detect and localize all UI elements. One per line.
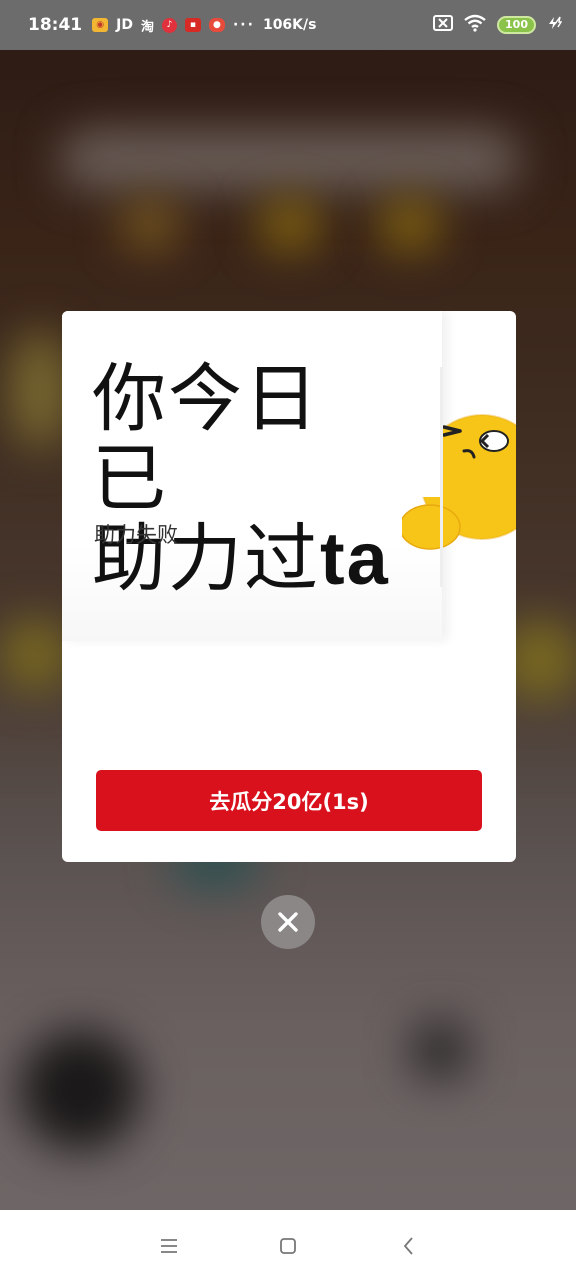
navigation-bar <box>0 1210 576 1280</box>
dialog-subtitle: 助力失败 <box>94 523 178 547</box>
jd-icon: JD <box>116 17 133 33</box>
dialog-title: 你今日已 助力过ta <box>92 359 392 599</box>
menu-button[interactable] <box>157 1234 181 1258</box>
battery-indicator: 100 <box>497 16 536 34</box>
back-icon <box>403 1237 413 1255</box>
network-speed: 106K/s <box>262 17 317 33</box>
mascot-icon <box>399 367 516 587</box>
news-icon: ▪ <box>184 18 201 32</box>
home-icon <box>280 1238 296 1254</box>
back-button[interactable] <box>397 1234 421 1258</box>
menu-icon <box>161 1239 177 1253</box>
taobao-icon: 淘 <box>140 19 154 35</box>
assist-result-dialog: 你今日已 助力过ta 助力失败 去瓜分20亿(1s) <box>62 311 516 862</box>
home-button[interactable] <box>276 1234 300 1258</box>
title-line-1: 你今日已 <box>92 356 320 522</box>
title-line-2-en: ta <box>320 517 390 600</box>
close-button[interactable] <box>261 895 315 949</box>
no-sim-icon <box>433 14 454 36</box>
weibo-icon: ◉ <box>92 18 109 32</box>
close-icon <box>278 912 298 932</box>
wifi-icon <box>463 14 487 37</box>
game-icon: ● <box>208 18 225 32</box>
charging-icon <box>546 15 563 36</box>
music-icon: ♪ <box>161 17 177 33</box>
share-reward-button[interactable]: 去瓜分20亿(1s) <box>96 770 482 831</box>
status-time: 18:41 <box>28 15 83 35</box>
status-bar: 18:41 ◉ JD 淘 ♪ ▪ ● ··· 106K/s 100 <box>0 0 576 50</box>
overflow-dots: ··· <box>232 17 255 33</box>
